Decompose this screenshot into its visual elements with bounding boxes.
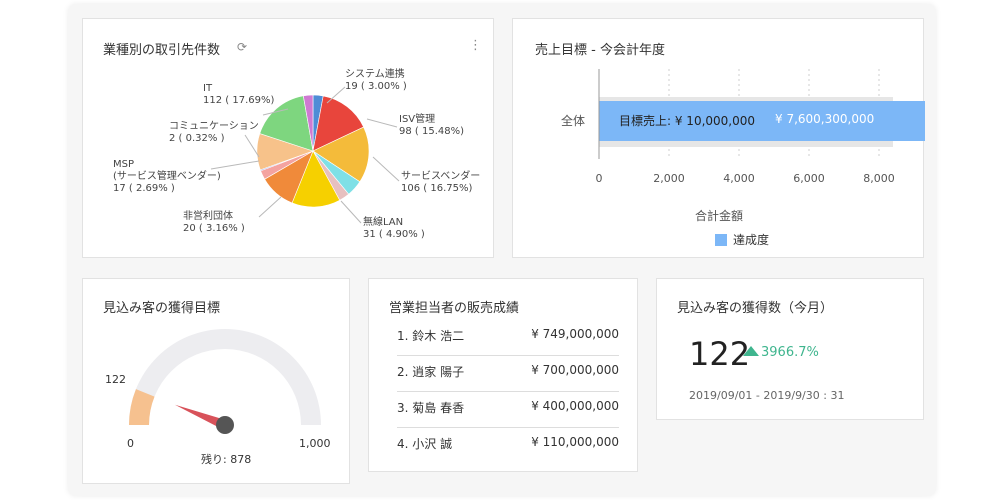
gauge-max-label: 1,000 bbox=[299, 437, 331, 450]
x-tick: 4,000 bbox=[723, 172, 755, 185]
pie-label-name: IT bbox=[203, 83, 213, 94]
pie-label-communication: コミュニケーション 2 ( 0.32% ) bbox=[169, 121, 259, 145]
pie-label-nonprofit: 非営利団体 20 ( 3.16% ) bbox=[183, 211, 245, 235]
leads-change: 3966.7% bbox=[761, 345, 819, 360]
table-row[interactable]: 3. 菊島 春香 ¥ 400,000,000 bbox=[397, 391, 619, 428]
pie-label-name: サービスベンダー bbox=[401, 171, 481, 182]
pie-label-name: 無線LAN bbox=[363, 217, 404, 228]
salesperson-name: 2. 逍家 陽子 bbox=[397, 365, 465, 379]
pie-label-value: 98 ( 15.48%) bbox=[399, 126, 465, 137]
pie-chart bbox=[210, 86, 400, 224]
pie-label-name-sub: (サービス管理ベンダー) bbox=[113, 171, 221, 182]
pie-label-value: 20 ( 3.16% ) bbox=[183, 223, 245, 234]
industry-pie-card: 業種別の取引先件数 ⟳ ⋮ IT 112 ( 17.69%) システム連携 19… bbox=[82, 18, 494, 258]
sales-amount: ¥ 700,000,000 bbox=[531, 363, 619, 377]
card-title: 営業担当者の販売成績 bbox=[389, 301, 520, 316]
table-row[interactable]: 4. 小沢 誠 ¥ 110,000,000 bbox=[397, 427, 619, 463]
pie-label-value: 31 ( 4.90% ) bbox=[363, 229, 425, 240]
bar-actual-text: ¥ 7,600,300,000 bbox=[775, 112, 875, 126]
pie-label-name: コミュニケーション bbox=[169, 121, 259, 132]
pie-label-wireless: 無線LAN 31 ( 4.90% ) bbox=[363, 217, 425, 241]
table-row[interactable]: 1. 鈴木 浩二 ¥ 749,000,000 bbox=[397, 319, 619, 356]
bar-category-label: 全体 bbox=[561, 114, 586, 128]
salesperson-name: 4. 小沢 誠 bbox=[397, 437, 453, 451]
pie-label-msp: MSP (サービス管理ベンダー) 17 ( 2.69% ) bbox=[113, 159, 221, 195]
pie-label-name: ISV管理 bbox=[399, 114, 436, 125]
gauge-track bbox=[129, 329, 321, 425]
x-tick: 6,000 bbox=[793, 172, 825, 185]
triangle-up-icon bbox=[743, 346, 759, 356]
table-row[interactable]: 2. 逍家 陽子 ¥ 700,000,000 bbox=[397, 355, 619, 392]
pie-label-name: MSP bbox=[113, 159, 135, 170]
x-axis-label: 合計金額 bbox=[694, 209, 743, 223]
sales-amount: ¥ 400,000,000 bbox=[531, 399, 619, 413]
sales-amount: ¥ 110,000,000 bbox=[531, 435, 619, 449]
salesperson-name: 1. 鈴木 浩二 bbox=[397, 329, 465, 343]
pie-label-system: システム連携 19 ( 3.00% ) bbox=[345, 69, 407, 93]
pie-leader-line bbox=[366, 118, 398, 128]
gauge-min-label: 0 bbox=[127, 437, 134, 450]
pie-label-name: システム連携 bbox=[345, 69, 405, 80]
leads-date-range: 2019/09/01 - 2019/9/30 : 31 bbox=[689, 389, 845, 402]
card-title: 見込み客の獲得数（今月） bbox=[677, 301, 834, 316]
pie-label-value: 106 ( 16.75%) bbox=[401, 183, 473, 194]
legend: 達成度 bbox=[715, 231, 769, 248]
pie-leader-line bbox=[372, 156, 400, 182]
pie-label-isv: ISV管理 98 ( 15.48%) bbox=[399, 114, 464, 138]
legend-swatch bbox=[715, 234, 727, 246]
leads-value: 122 bbox=[689, 335, 751, 373]
sales-amount: ¥ 749,000,000 bbox=[531, 327, 619, 341]
lead-goal-card: 見込み客の獲得目標 122 0 1,000 残り: 878 bbox=[82, 278, 350, 484]
gauge-remaining-label: 残り: 878 bbox=[201, 453, 252, 466]
bar-target-text: 目標売上: ¥ 10,000,000 bbox=[619, 114, 756, 128]
pie-leader-line bbox=[258, 196, 282, 218]
pie-label-name: 非営利団体 bbox=[183, 211, 233, 222]
sales-performance-card: 営業担当者の販売成績 1. 鈴木 浩二 ¥ 749,000,000 2. 逍家 … bbox=[368, 278, 638, 472]
x-tick: 8,000 bbox=[863, 172, 895, 185]
pie-label-value: 2 ( 0.32% ) bbox=[169, 133, 225, 144]
gauge-hub bbox=[216, 416, 234, 434]
pie-label-value: 17 ( 2.69% ) bbox=[113, 183, 175, 194]
pie-leader-line bbox=[340, 200, 362, 224]
salesperson-name: 3. 菊島 春香 bbox=[397, 401, 465, 415]
gauge-value-label: 122 bbox=[105, 373, 126, 386]
pie-label-it: IT 112 ( 17.69%) bbox=[203, 83, 274, 107]
pie-label-value: 112 ( 17.69%) bbox=[203, 95, 275, 106]
leads-month-card: 見込み客の獲得数（今月） 122 3966.7% 2019/09/01 - 20… bbox=[656, 278, 924, 420]
x-tick: 0 bbox=[595, 172, 603, 185]
legend-label: 達成度 bbox=[733, 233, 770, 247]
sales-target-card: 売上目標 - 今会計年度 全体 目標売上: ¥ 10,000,000 ¥ 7,6… bbox=[512, 18, 925, 258]
pie-label-service-vendor: サービスベンダー 106 ( 16.75%) bbox=[401, 171, 480, 195]
x-tick: 2,000 bbox=[653, 172, 685, 185]
pie-label-value: 19 ( 3.00% ) bbox=[345, 81, 407, 92]
